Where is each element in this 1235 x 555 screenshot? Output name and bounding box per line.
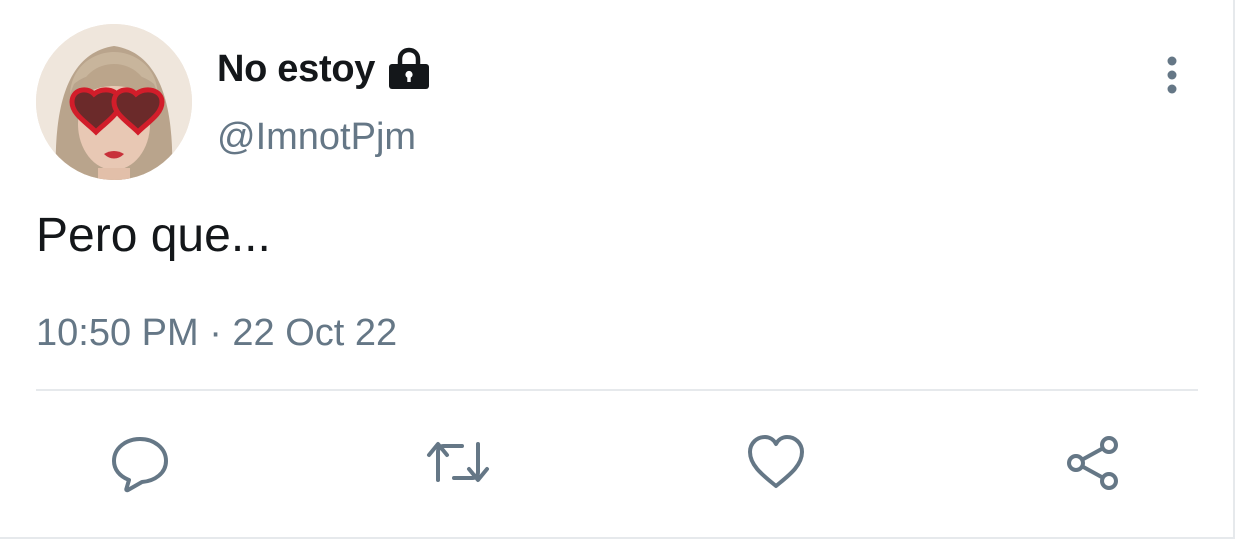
tweet-card[interactable]: No estoy @ImnotPjm Pero que... 10:50 PM …	[0, 0, 1235, 539]
share-button[interactable]	[1062, 430, 1126, 494]
tweet-timestamp[interactable]: 10:50 PM · 22 Oct 22	[36, 312, 397, 355]
reply-button[interactable]	[108, 430, 172, 494]
avatar-photo	[36, 24, 192, 180]
retweet-icon	[427, 442, 489, 482]
reply-icon	[112, 437, 168, 493]
more-options-icon[interactable]	[1152, 52, 1192, 100]
tweet-text: Pero que...	[36, 209, 271, 262]
user-handle[interactable]: @ImnotPjm	[217, 116, 416, 159]
avatar[interactable]	[36, 24, 192, 180]
retweet-button[interactable]	[426, 430, 490, 494]
lock-icon	[385, 45, 433, 93]
share-icon	[1067, 436, 1118, 490]
heart-icon	[748, 435, 804, 488]
display-name[interactable]: No estoy	[217, 48, 375, 91]
divider	[36, 389, 1198, 391]
like-button[interactable]	[744, 430, 808, 494]
author-name-row[interactable]: No estoy	[217, 44, 433, 94]
